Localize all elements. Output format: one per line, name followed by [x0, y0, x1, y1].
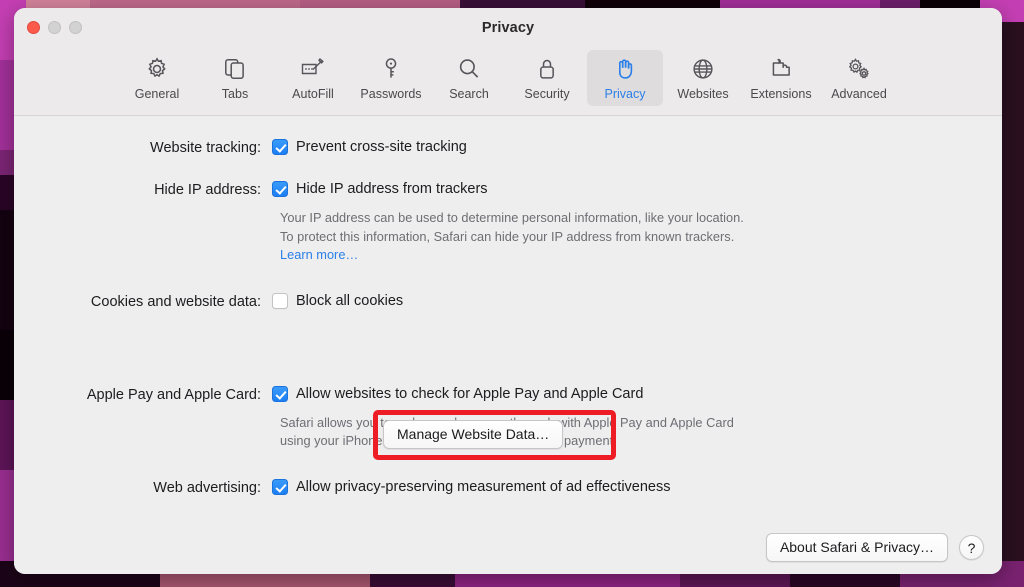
setting-row-web-advertising: Web advertising: Allow privacy-preservin…: [14, 478, 1002, 498]
hand-icon: [612, 55, 638, 83]
tab-tabs[interactable]: Tabs: [197, 50, 273, 106]
web-advertising-checkbox-label[interactable]: Allow privacy-preserving measurement of …: [296, 478, 671, 496]
setting-row-hide-ip: Hide IP address: Hide IP address from tr…: [14, 180, 1002, 200]
tab-extensions-label: Extensions: [750, 87, 812, 101]
setting-row-cookies: Cookies and website data: Block all cook…: [14, 292, 1002, 312]
website-tracking-label: Website tracking:: [150, 140, 261, 156]
tab-general[interactable]: General: [119, 50, 195, 106]
tabs-icon: [222, 55, 248, 83]
tab-advanced-label: Advanced: [831, 87, 887, 101]
apple-pay-checkbox-label[interactable]: Allow websites to check for Apple Pay an…: [296, 385, 643, 403]
hide-ip-description: Your IP address can be used to determine…: [280, 209, 750, 265]
tab-security[interactable]: Security: [509, 50, 585, 106]
block-all-cookies-checkbox[interactable]: [272, 292, 288, 309]
web-advertising-checkbox[interactable]: [272, 478, 288, 495]
web-advertising-label: Web advertising:: [153, 479, 261, 496]
tab-autofill[interactable]: AutoFill: [275, 50, 351, 106]
setting-row-website-tracking: Website tracking: Prevent cross-site tra…: [14, 138, 1002, 158]
close-window-button[interactable]: [27, 21, 40, 34]
tab-passwords[interactable]: Passwords: [353, 50, 429, 106]
key-icon: [378, 55, 404, 83]
tab-privacy-label: Privacy: [604, 87, 646, 101]
tab-advanced[interactable]: Advanced: [821, 50, 897, 106]
safari-preferences-window: Privacy General Tabs AutoFill Passwords …: [14, 8, 1002, 574]
maximize-window-button[interactable]: [69, 21, 82, 34]
hide-ip-checkbox[interactable]: [272, 181, 288, 197]
tab-privacy[interactable]: Privacy: [587, 50, 663, 106]
about-safari-privacy-button[interactable]: About Safari & Privacy…: [765, 533, 948, 562]
preferences-toolbar: General Tabs AutoFill Passwords Search S…: [14, 48, 1002, 116]
magnifier-icon: [456, 55, 482, 83]
gear-icon: [144, 55, 170, 83]
apple-pay-label: Apple Pay and Apple Card:: [86, 386, 261, 403]
tab-websites[interactable]: Websites: [665, 50, 741, 106]
tab-passwords-label: Passwords: [360, 87, 422, 101]
tab-search-label: Search: [449, 87, 489, 101]
learn-more-link[interactable]: Learn more…: [280, 247, 358, 262]
tab-autofill-label: AutoFill: [292, 87, 334, 101]
privacy-settings-pane: Website tracking: Prevent cross-site tra…: [14, 116, 1002, 574]
tab-websites-label: Websites: [677, 87, 729, 101]
hide-ip-checkbox-label[interactable]: Hide IP address from trackers: [296, 180, 488, 198]
tab-security-label: Security: [524, 87, 570, 101]
block-all-cookies-label[interactable]: Block all cookies: [296, 292, 403, 310]
setting-row-apple-pay: Apple Pay and Apple Card: Allow websites…: [14, 385, 1002, 405]
minimize-window-button[interactable]: [48, 21, 61, 34]
lock-icon: [534, 55, 560, 83]
manage-website-data-button[interactable]: Manage Website Data…: [383, 420, 564, 449]
globe-icon: [690, 55, 716, 83]
tab-search[interactable]: Search: [431, 50, 507, 106]
tab-extensions[interactable]: Extensions: [743, 50, 819, 106]
hide-ip-description-text: Your IP address can be used to determine…: [280, 210, 744, 244]
prevent-cross-site-tracking-checkbox[interactable]: [272, 139, 288, 155]
window-controls: [27, 21, 82, 34]
preferences-footer: About Safari & Privacy… ?: [765, 533, 984, 562]
desktop-background: Privacy General Tabs AutoFill Passwords …: [0, 0, 1024, 587]
cookies-label: Cookies and website data:: [90, 293, 261, 310]
hide-ip-label: Hide IP address:: [154, 182, 261, 198]
prevent-cross-site-tracking-label[interactable]: Prevent cross-site tracking: [296, 138, 467, 156]
help-button[interactable]: ?: [959, 535, 984, 560]
tab-tabs-label: Tabs: [221, 87, 249, 101]
apple-pay-checkbox[interactable]: [272, 385, 288, 402]
puzzle-icon: [768, 55, 794, 83]
window-title: Privacy: [481, 20, 535, 36]
gears-icon: [845, 55, 873, 83]
manage-website-data-container: Manage Website Data…: [383, 420, 564, 449]
autofill-icon: [299, 55, 327, 83]
tab-general-label: General: [134, 87, 180, 101]
window-titlebar: Privacy: [14, 8, 1002, 48]
